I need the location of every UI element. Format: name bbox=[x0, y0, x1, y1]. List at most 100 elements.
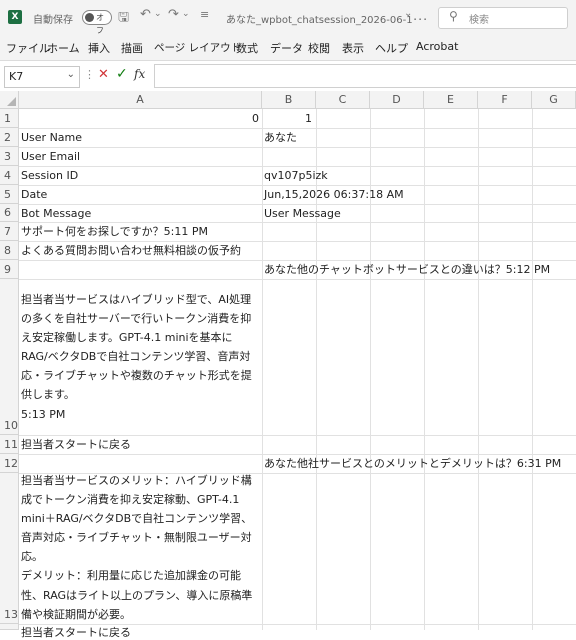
tab-home[interactable]: ホーム bbox=[47, 40, 80, 56]
cell-a13-line: mini＋RAG/ベクタDBで自社コンテンツ学習、 bbox=[21, 512, 253, 526]
tab-draw[interactable]: 描画 bbox=[121, 40, 143, 56]
undo-icon[interactable]: ↶ bbox=[140, 7, 151, 22]
enter-icon[interactable]: ✓ bbox=[116, 66, 128, 82]
row-header-2[interactable]: 2 bbox=[0, 128, 19, 147]
cell-b9[interactable]: あなた他のチャットボットサービスとの違いは？5:12 PM bbox=[264, 262, 550, 277]
row-header-1[interactable]: 1 bbox=[0, 109, 19, 128]
grid-line bbox=[19, 454, 576, 455]
cell-a10-line: 供します。 bbox=[21, 388, 75, 402]
row-header-5[interactable]: 5 bbox=[0, 185, 19, 204]
cell-a6[interactable]: Bot Message bbox=[21, 206, 91, 221]
grid-line bbox=[424, 109, 425, 630]
row-header-3[interactable]: 3 bbox=[0, 147, 19, 166]
grid-line bbox=[478, 109, 479, 630]
redo-icon[interactable]: ↷ bbox=[168, 7, 179, 22]
autosave-label: 自動保存 bbox=[33, 15, 73, 26]
grid-line bbox=[19, 204, 576, 205]
tab-data[interactable]: データ bbox=[270, 40, 303, 56]
column-header-d[interactable]: D bbox=[370, 91, 424, 109]
row-header-6[interactable]: 6 bbox=[0, 204, 19, 222]
select-all-corner[interactable] bbox=[0, 91, 19, 109]
column-header-c[interactable]: C bbox=[316, 91, 370, 109]
tab-acrobat[interactable]: Acrobat bbox=[416, 40, 458, 53]
grid-line bbox=[19, 241, 576, 242]
row-header-4[interactable]: 4 bbox=[0, 166, 19, 185]
cell-a10-line: 担当者当サービスはハイブリッド型で、AI処理 bbox=[21, 293, 252, 306]
fx-icon[interactable]: fx bbox=[134, 67, 145, 81]
autosave-toggle[interactable]: オフ bbox=[82, 10, 112, 35]
chevron-down-icon[interactable]: ⌄ bbox=[404, 8, 412, 19]
toggle-knob bbox=[85, 13, 94, 22]
cell-a10[interactable]: 担当者当サービスはハイブリッド型で、AI処理 の多くを自社サーバーで行いトークン… bbox=[21, 280, 261, 424]
column-header-e[interactable]: E bbox=[424, 91, 478, 109]
row-header-11[interactable]: 11 bbox=[0, 435, 19, 454]
tab-help[interactable]: ヘルプ bbox=[375, 40, 408, 56]
cell-a2[interactable]: User Name bbox=[21, 130, 82, 145]
column-header-a[interactable]: A bbox=[19, 91, 262, 109]
cell-a10-line: RAG/ベクタDBで自社コンテンツ学習、音声対 bbox=[21, 350, 251, 364]
cell-a13-line: 音声対応・ライブチャット・無制限ユーザー対 bbox=[21, 531, 252, 545]
tab-file[interactable]: ファイル bbox=[6, 40, 50, 56]
cell-a3[interactable]: User Email bbox=[21, 149, 80, 164]
row-header-7[interactable]: 7 bbox=[0, 222, 19, 241]
grid-line bbox=[19, 260, 576, 261]
more-options-icon: ⋮ bbox=[84, 68, 95, 81]
cell-a1[interactable]: 0 bbox=[19, 111, 259, 126]
cell-a10-line: 応・ライブチャットや複数のチャット形式を提 bbox=[21, 369, 252, 383]
cell-a13-line: 備や検証期間が必要。 bbox=[21, 607, 131, 621]
cell-a4[interactable]: Session ID bbox=[21, 168, 78, 183]
tab-review[interactable]: 校閲 bbox=[308, 40, 330, 56]
row-header-13[interactable]: 13 bbox=[0, 473, 19, 624]
grid-line bbox=[262, 109, 263, 630]
column-header-f[interactable]: F bbox=[478, 91, 532, 109]
cell-a5[interactable]: Date bbox=[21, 187, 47, 202]
undo-dropdown-icon[interactable]: ⌄ bbox=[154, 9, 162, 19]
cell-a10-line: 5:13 PM bbox=[21, 407, 66, 421]
tab-formulas[interactable]: 数式 bbox=[236, 40, 258, 56]
cell-b1[interactable]: 1 bbox=[262, 111, 312, 126]
name-box[interactable]: K7 ⌄ bbox=[4, 66, 80, 88]
column-header-b[interactable]: B bbox=[262, 91, 316, 109]
search-box[interactable]: ⚲ 検索 bbox=[438, 7, 568, 29]
cell-a10-line: の多くを自社サーバーで行いトークン消費を抑 bbox=[21, 312, 252, 326]
tab-page-layout[interactable]: ページ レイアウト bbox=[154, 40, 241, 55]
search-icon: ⚲ bbox=[449, 9, 458, 23]
cell-a14[interactable]: 担当者スタートに戻る bbox=[21, 625, 131, 640]
cell-a13-line: 担当者当サービスのメリット：ハイブリッド構 bbox=[21, 474, 252, 487]
cell-a10-line bbox=[21, 280, 261, 290]
cell-b12[interactable]: あなた他社サービスとのメリットとデメリットは？6:31 PM bbox=[264, 456, 561, 471]
cell-b6[interactable]: User Message bbox=[264, 206, 341, 221]
cell-a7[interactable]: サポート何をお探しですか？5:11 PM bbox=[21, 224, 208, 239]
row-header-14[interactable] bbox=[0, 624, 19, 630]
chevron-down-icon[interactable]: ⌄ bbox=[67, 69, 75, 80]
name-box-value: K7 bbox=[9, 70, 24, 83]
cell-b2[interactable]: あなた bbox=[264, 130, 297, 145]
cancel-icon[interactable]: ✕ bbox=[98, 67, 109, 82]
row-header-12[interactable]: 12 bbox=[0, 454, 19, 473]
row-header-8[interactable]: 8 bbox=[0, 241, 19, 260]
grid-line bbox=[532, 109, 533, 630]
tab-view[interactable]: 表示 bbox=[342, 40, 364, 56]
cell-b4[interactable]: qv107p5izk bbox=[264, 168, 328, 183]
customize-icon[interactable]: ≡ bbox=[200, 8, 209, 21]
tab-insert[interactable]: 挿入 bbox=[88, 40, 110, 56]
title-bar: X 自動保存 オフ 🖫 ↶ ⌄ ↷ ⌄ ≡ あなた_wpbot_chatsess… bbox=[0, 0, 576, 35]
row-header-9[interactable]: 9 bbox=[0, 260, 19, 279]
save-icon[interactable]: 🖫 bbox=[118, 8, 129, 30]
cell-b5[interactable]: Jun,15,2026 06:37:18 AM bbox=[264, 187, 404, 202]
cell-a13[interactable]: 担当者当サービスのメリット：ハイブリッド構 成でトークン消費を抑え安定稼動、GP… bbox=[21, 471, 261, 624]
search-placeholder: 検索 bbox=[469, 15, 489, 26]
cell-a10-line: え安定稼働します。GPT-4.1 miniを基本に bbox=[21, 331, 233, 345]
grid-line bbox=[19, 147, 576, 148]
row-header-10[interactable]: 10 bbox=[0, 279, 19, 435]
cell-a13-line: 成でトークン消費を抑え安定稼動、GPT-4.1 bbox=[21, 493, 240, 507]
grid-line bbox=[19, 185, 576, 186]
column-header-g[interactable]: G bbox=[532, 91, 576, 109]
grid-line bbox=[19, 166, 576, 167]
cell-a8[interactable]: よくある質問お問い合わせ無料相談の仮予約 bbox=[21, 243, 241, 258]
formula-input[interactable] bbox=[154, 64, 576, 88]
cell-a11[interactable]: 担当者スタートに戻る bbox=[21, 437, 131, 452]
document-title: あなた_wpbot_chatsession_2026-06-1･･･ bbox=[226, 15, 428, 26]
grid-line bbox=[19, 435, 576, 436]
redo-dropdown-icon[interactable]: ⌄ bbox=[182, 9, 190, 19]
